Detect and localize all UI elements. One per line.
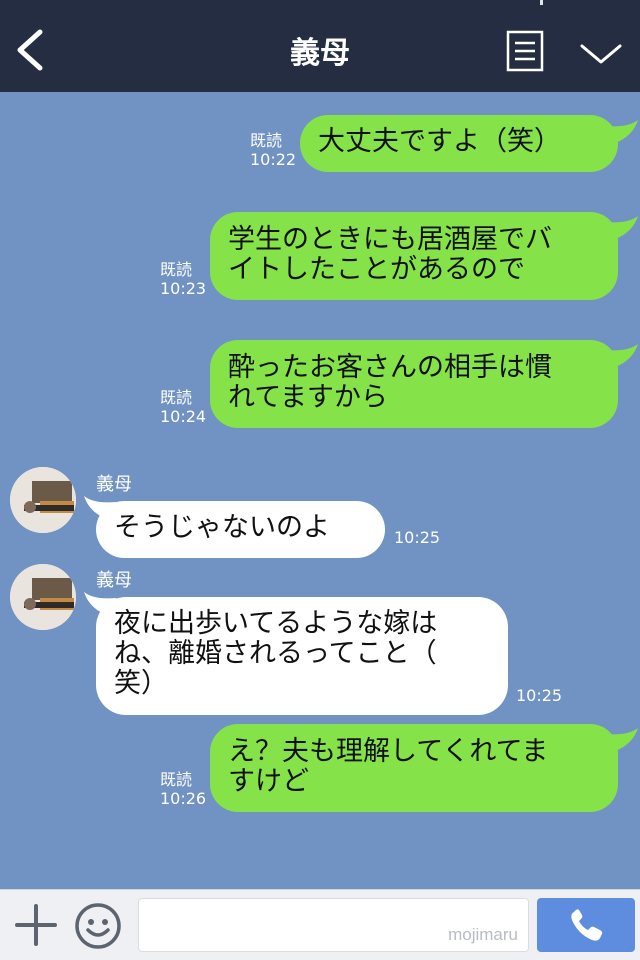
message-time: 10:26 — [160, 789, 207, 808]
message-bubble-outgoing[interactable]: 学生のときにも居酒屋でバ イトしたことがあるので — [210, 212, 618, 300]
chat-header: 義母 — [0, 0, 640, 92]
avatar[interactable] — [10, 564, 76, 630]
bubble-tail — [606, 216, 638, 240]
read-status: 既読 — [250, 131, 283, 150]
notes-button[interactable] — [506, 30, 544, 72]
bubble-tail — [606, 120, 638, 144]
notes-icon — [506, 30, 544, 72]
message-time: 10:23 — [160, 279, 207, 298]
message-meta: 既読 10:23 — [160, 260, 206, 298]
avatar[interactable] — [10, 467, 76, 533]
message-text: ね、離婚されるってこと（ — [114, 638, 437, 669]
message-time: 10:24 — [160, 407, 207, 426]
message-time: 10:22 — [250, 150, 297, 169]
message-text: れてますから — [228, 382, 388, 413]
message-text: 酔ったお客さんの相手は慣 — [228, 352, 552, 383]
add-attachment-button[interactable] — [14, 903, 58, 947]
message-input[interactable]: mojimaru — [138, 898, 529, 952]
message-text: 大丈夫ですよ（笑） — [318, 126, 561, 157]
chat-title: 義母 — [290, 36, 350, 71]
message-text: そうじゃないのよ — [114, 512, 330, 543]
bubble-tail — [606, 728, 638, 752]
phone-icon — [571, 909, 603, 941]
message-text: え？夫も理解してくれてま — [228, 736, 549, 767]
message-bubble-incoming[interactable]: 夜に出歩いてるような嫁は ね、離婚されるってこと（ 笑） — [96, 597, 508, 715]
message-time: 10:25 — [516, 686, 563, 705]
message-bubble-incoming[interactable]: そうじゃないのよ — [96, 501, 385, 558]
message-bubble-outgoing[interactable]: 酔ったお客さんの相手は慣 れてますから — [210, 340, 618, 428]
chat-area[interactable]: 既読 10:22 大丈夫ですよ（笑） 既読 10:23 学生のときにも居酒屋でバ… — [0, 92, 640, 889]
chevron-down-icon — [580, 44, 622, 64]
message-text: 笑） — [114, 668, 168, 699]
call-button[interactable] — [537, 898, 635, 952]
smiley-icon — [75, 903, 121, 949]
read-status: 既読 — [160, 260, 193, 279]
message-text: すけど — [228, 766, 309, 797]
message-time: 10:25 — [394, 528, 441, 547]
bubble-tail — [606, 344, 638, 368]
sender-name: 義母 — [96, 570, 132, 591]
input-bar: mojimaru — [0, 889, 640, 960]
message-meta: 既読 10:26 — [160, 770, 206, 808]
emoji-button[interactable] — [73, 901, 123, 951]
message-text: 学生のときにも居酒屋でバ — [228, 224, 552, 255]
watermark: mojimaru — [448, 925, 518, 944]
message-meta: 既読 10:22 — [250, 131, 296, 169]
collapse-button[interactable] — [578, 36, 624, 70]
message-text: 夜に出歩いてるような嫁は — [114, 608, 438, 639]
status-tick — [540, 0, 543, 5]
message-bubble-outgoing[interactable]: え？夫も理解してくれてま すけど — [210, 724, 618, 812]
read-status: 既読 — [160, 388, 193, 407]
message-bubble-outgoing[interactable]: 大丈夫ですよ（笑） — [300, 115, 618, 172]
sender-name: 義母 — [96, 474, 132, 495]
read-status: 既読 — [160, 770, 193, 789]
message-text: イトしたことがあるので — [228, 254, 525, 285]
plus-icon — [15, 904, 57, 946]
avatar-image — [10, 467, 76, 533]
message-meta: 既読 10:24 — [160, 388, 206, 426]
avatar-image — [10, 564, 76, 630]
